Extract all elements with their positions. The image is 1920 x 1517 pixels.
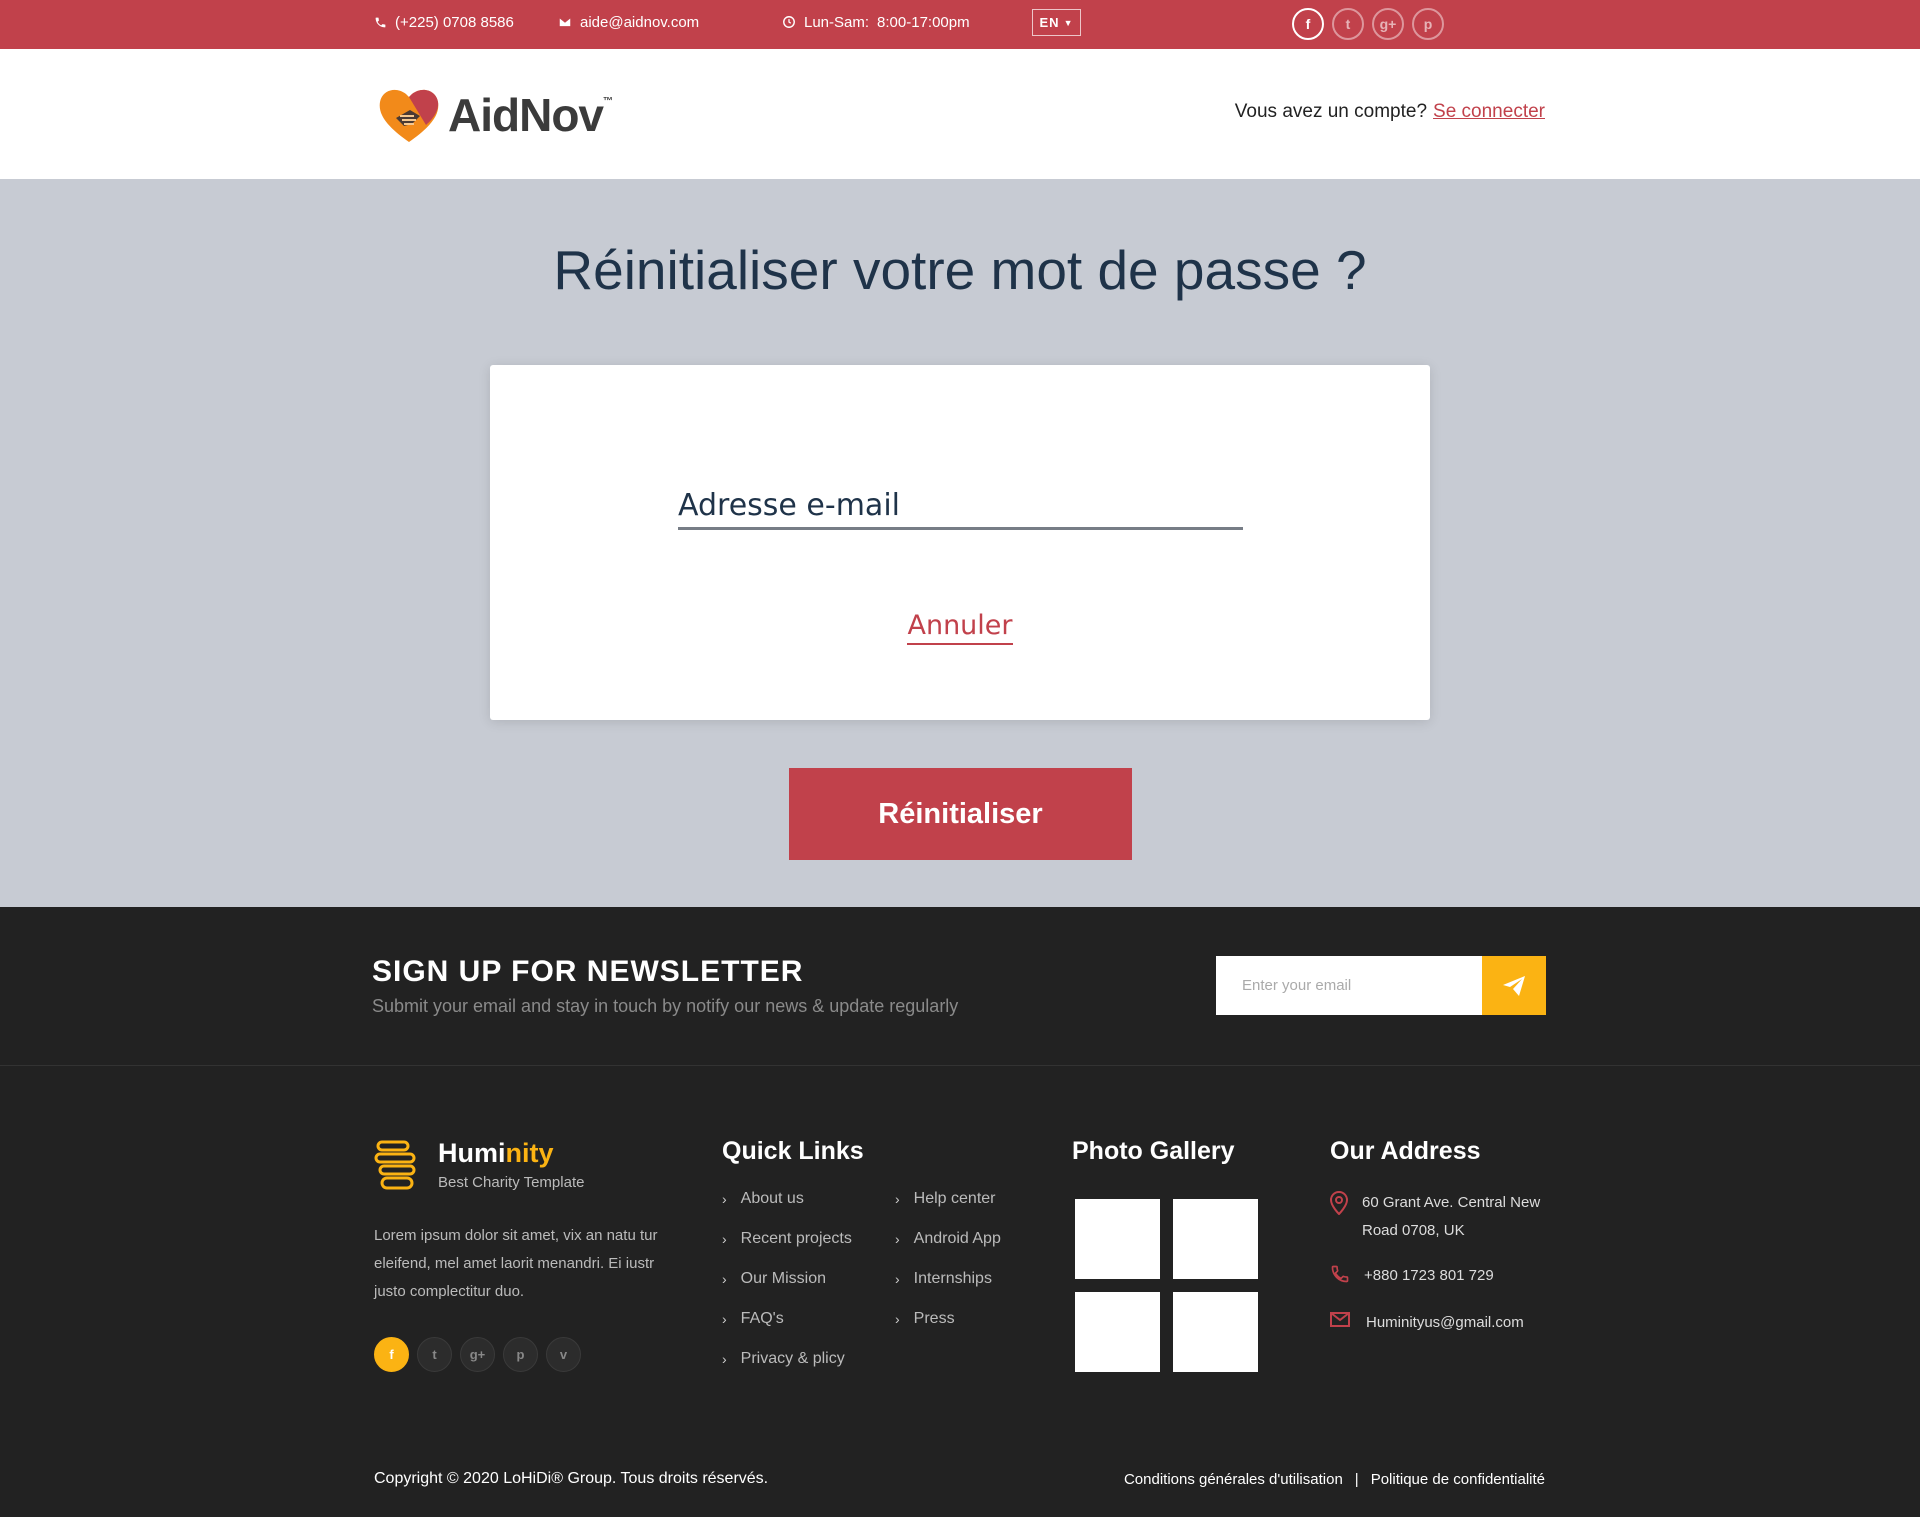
copyright-text: Copyright © 2020 LoHiDi® Group. Tous dro…	[374, 1470, 769, 1487]
gallery-photo[interactable]	[1173, 1199, 1258, 1279]
footer-about-text: Lorem ipsum dolor sit amet, vix an natu …	[374, 1227, 658, 1300]
topbar-email[interactable]: aide@aidnov.com	[558, 0, 699, 44]
photo-gallery	[1075, 1199, 1258, 1372]
address-email: Huminityus@gmail.com	[1330, 1309, 1524, 1337]
quick-link-help-center[interactable]: › Help center	[895, 1190, 1001, 1230]
phone-icon	[375, 17, 386, 27]
footer-social-links: f t g+ p v	[374, 1337, 581, 1372]
address-location: 60 Grant Ave. Central New Road 0708, UK	[1330, 1189, 1552, 1245]
top-social-links: f t g+ p	[1292, 8, 1444, 40]
gallery-photo[interactable]	[1173, 1292, 1258, 1372]
legal-separator: |	[1354, 1471, 1359, 1488]
chevron-right-icon: ›	[722, 1311, 727, 1327]
photo-gallery-title: Photo Gallery	[1072, 1137, 1235, 1165]
hours-label: Lun-Sam:	[804, 13, 870, 31]
site-footer: Huminity Best Charity Template Lorem ips…	[0, 1066, 1920, 1517]
chevron-right-icon: ›	[722, 1191, 727, 1207]
page-title: Réinitialiser votre mot de passe ?	[553, 239, 1367, 301]
mail-icon	[1330, 1312, 1350, 1327]
envelope-icon	[558, 16, 572, 28]
facebook-icon[interactable]: f	[1292, 8, 1324, 40]
topbar-hours: Lun-Sam: 8:00-17:00pm	[782, 0, 970, 44]
privacy-link[interactable]: Politique de confidentialité	[1371, 1471, 1545, 1488]
chevron-right-icon: ›	[895, 1231, 900, 1247]
email-text[interactable]: Huminityus@gmail.com	[1366, 1309, 1524, 1337]
trademark-mark: ™	[603, 96, 613, 107]
footer-brand[interactable]: Huminity Best Charity Template	[374, 1138, 584, 1194]
brand-text: Huminity Best Charity Template	[438, 1138, 584, 1194]
phone-icon	[1331, 1265, 1349, 1283]
language-value: EN	[1039, 15, 1060, 30]
clock-icon	[783, 16, 795, 28]
aidnov-logo[interactable]: AidNov™	[376, 84, 613, 146]
email-field[interactable]	[678, 483, 1243, 530]
newsletter-section: SIGN UP FOR NEWSLETTER Submit your email…	[0, 907, 1920, 1066]
google-plus-icon[interactable]: g+	[460, 1337, 495, 1372]
quick-link-privacy[interactable]: › Privacy & plicy	[722, 1350, 852, 1390]
vimeo-icon[interactable]: v	[546, 1337, 581, 1372]
address-text: 60 Grant Ave. Central New Road 0708, UK	[1362, 1194, 1541, 1239]
newsletter-email-input[interactable]	[1216, 956, 1482, 1015]
newsletter-subtitle: Submit your email and stay in touch by n…	[372, 996, 959, 1016]
phone-text: +880 1723 801 729	[1364, 1267, 1494, 1284]
brand-tagline: Best Charity Template	[438, 1174, 585, 1191]
address-phone: +880 1723 801 729	[1330, 1262, 1494, 1290]
terms-link[interactable]: Conditions générales d'utilisation	[1124, 1471, 1343, 1488]
gallery-photo[interactable]	[1075, 1199, 1160, 1279]
hands-logo-icon	[374, 1140, 416, 1190]
top-bar: (+225) 0708 8586 aide@aidnov.com Lun-Sam…	[0, 0, 1920, 49]
site-header: AidNov™ Vous avez un compte? Se connecte…	[0, 49, 1920, 179]
chevron-right-icon: ›	[895, 1271, 900, 1287]
newsletter-submit-button[interactable]	[1482, 956, 1546, 1015]
chevron-right-icon: ›	[722, 1271, 727, 1287]
pinterest-icon[interactable]: p	[503, 1337, 538, 1372]
quick-links-list-2: › Help center › Android App › Internships ›…	[895, 1190, 1001, 1350]
hours-value: 8:00-17:00pm	[877, 13, 970, 31]
quick-link-recent-projects[interactable]: › Recent projects	[722, 1230, 852, 1270]
google-plus-icon[interactable]: g+	[1372, 8, 1404, 40]
cancel-link-wrapper: Annuler	[490, 610, 1430, 645]
topbar-phone: (+225) 0708 8586	[374, 0, 514, 44]
map-pin-icon	[1330, 1191, 1348, 1215]
cancel-link[interactable]: Annuler	[907, 610, 1013, 645]
our-address-title: Our Address	[1330, 1137, 1481, 1165]
chevron-right-icon: ›	[722, 1351, 727, 1367]
quick-link-about-us[interactable]: › About us	[722, 1190, 852, 1230]
chevron-right-icon: ›	[722, 1231, 727, 1247]
newsletter-title: SIGN UP FOR NEWSLETTER	[372, 955, 804, 988]
pinterest-icon[interactable]: p	[1412, 8, 1444, 40]
paper-plane-icon	[1503, 975, 1525, 996]
email-text: aide@aidnov.com	[580, 13, 700, 31]
quick-link-our-mission[interactable]: › Our Mission	[722, 1270, 852, 1310]
chevron-right-icon: ›	[895, 1191, 900, 1207]
quick-link-android-app[interactable]: › Android App	[895, 1230, 1001, 1270]
brand-name: Huminity	[438, 1138, 554, 1168]
reset-button[interactable]: Réinitialiser	[789, 768, 1132, 860]
facebook-icon[interactable]: f	[374, 1337, 409, 1372]
twitter-icon[interactable]: t	[1332, 8, 1364, 40]
quick-links-list-1: › About us › Recent projects › Our Mission …	[722, 1190, 852, 1390]
account-prompt-text: Vous avez un compte?	[1234, 101, 1428, 122]
heart-hands-logo-icon	[379, 89, 439, 142]
quick-link-press[interactable]: › Press	[895, 1310, 1001, 1350]
logo-text: AidNov™	[448, 89, 613, 141]
quick-link-faqs[interactable]: › FAQ's	[722, 1310, 852, 1350]
quick-link-internships[interactable]: › Internships	[895, 1270, 1001, 1310]
phone-text: (+225) 0708 8586	[395, 13, 514, 31]
legal-links: Conditions générales d'utilisation | Pol…	[1124, 1471, 1545, 1488]
chevron-right-icon: ›	[895, 1311, 900, 1327]
gallery-photo[interactable]	[1075, 1292, 1160, 1372]
language-select[interactable]: EN ▼	[1032, 9, 1081, 36]
quick-links-title: Quick Links	[722, 1137, 864, 1165]
login-link[interactable]: Se connecter	[1433, 101, 1545, 123]
twitter-icon[interactable]: t	[417, 1337, 452, 1372]
caret-down-icon: ▼	[1063, 17, 1074, 28]
reset-card: Annuler	[490, 365, 1430, 720]
account-prompt: Vous avez un compte? Se connecter	[1235, 101, 1545, 123]
